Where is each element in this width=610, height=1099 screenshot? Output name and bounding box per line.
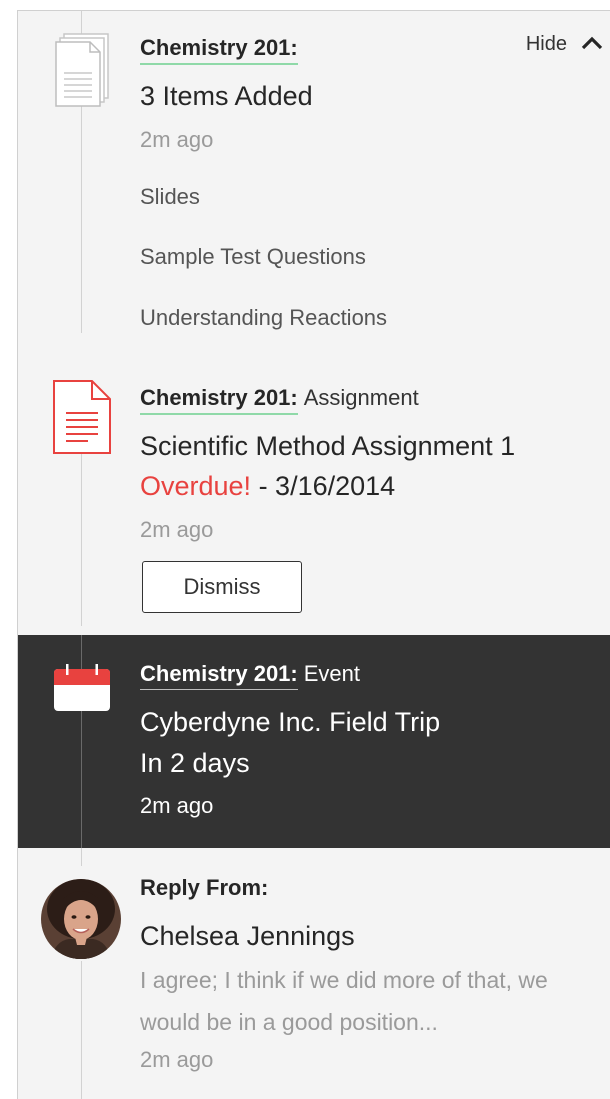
course-label: Chemistry 201: Event <box>140 661 361 690</box>
event-countdown: In 2 days <box>140 748 250 778</box>
course-link[interactable]: Chemistry 201: <box>140 661 298 690</box>
assignment-document-icon <box>52 379 112 460</box>
course-link[interactable]: Chemistry 201: <box>140 35 298 65</box>
reply-card[interactable]: Reply From: Chelsea Jennings I agree; I … <box>18 849 610 1099</box>
course-link[interactable]: Chemistry 201: <box>140 385 298 415</box>
timestamp: 2m ago <box>140 793 214 818</box>
card-title[interactable]: Scientific Method Assignment 1 <box>140 431 515 462</box>
overdue-label: Overdue! <box>140 471 252 501</box>
card-title: 3 Items Added <box>140 81 313 111</box>
added-item-link[interactable]: Slides <box>140 184 200 210</box>
hide-toggle[interactable]: Hide <box>526 33 603 56</box>
event-card[interactable]: Chemistry 201: Event Cyberdyne Inc. Field… <box>18 635 610 848</box>
dismiss-button[interactable]: Dismiss <box>142 561 302 613</box>
chevron-up-icon[interactable] <box>581 33 603 56</box>
assignment-card[interactable]: Chemistry 201: Assignment Scientific Meth… <box>18 361 610 633</box>
course-label: Chemistry 201: Assignment <box>140 385 419 415</box>
timestamp: 2m ago <box>140 127 214 152</box>
card-title[interactable]: Cyberdyne Inc. Field Trip <box>140 707 440 738</box>
added-item-link[interactable]: Sample Test Questions <box>140 244 366 270</box>
item-type: Event <box>303 661 361 686</box>
timestamp: 2m ago <box>140 517 214 542</box>
avatar[interactable] <box>41 879 121 959</box>
due-line: Overdue! - 3/16/2014 <box>140 471 395 502</box>
reply-label: Reply From: <box>140 875 269 900</box>
activity-feed-panel: Chemistry 201: Hide 3 Items Added 2m ago… <box>17 10 610 1099</box>
course-label: Chemistry 201: <box>140 35 298 65</box>
calendar-icon <box>53 663 111 718</box>
reply-message: I agree; I think if we did more of that,… <box>140 967 548 1035</box>
hide-label[interactable]: Hide <box>526 33 567 56</box>
items-added-card[interactable]: Chemistry 201: Hide 3 Items Added 2m ago… <box>18 11 610 356</box>
item-type: Assignment <box>303 385 419 410</box>
timestamp: 2m ago <box>140 1047 214 1072</box>
added-item-link[interactable]: Understanding Reactions <box>140 305 387 331</box>
due-date: - 3/16/2014 <box>251 471 396 501</box>
reply-author[interactable]: Chelsea Jennings <box>140 921 355 952</box>
documents-icon <box>54 33 110 114</box>
